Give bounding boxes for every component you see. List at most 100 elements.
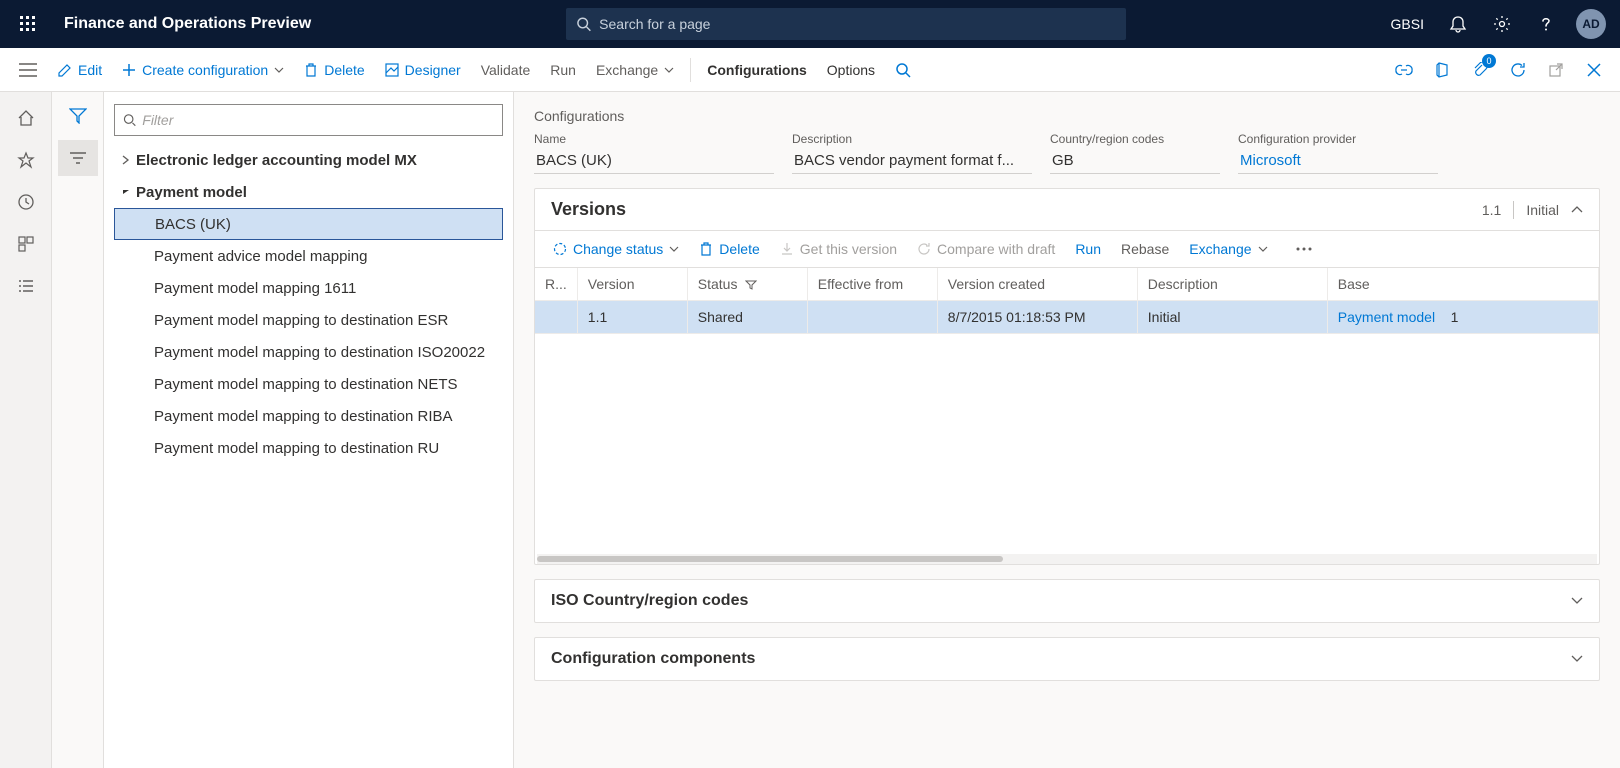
tree-panel: Electronic ledger accounting model MX Pa… <box>104 92 514 768</box>
versions-delete-button[interactable]: Delete <box>691 237 767 261</box>
iso-section[interactable]: ISO Country/region codes <box>534 579 1600 623</box>
rail-recent-icon[interactable] <box>6 182 46 222</box>
field-desc-value[interactable]: BACS vendor payment format f... <box>792 150 1032 174</box>
app-title: Finance and Operations Preview <box>64 15 311 33</box>
close-icon[interactable] <box>1576 52 1612 88</box>
trash-icon <box>304 63 318 77</box>
chevron-down-icon <box>669 246 679 252</box>
cell-r[interactable] <box>535 301 577 334</box>
col-effective[interactable]: Effective from <box>807 268 937 301</box>
filter-lines-icon[interactable] <box>58 140 98 176</box>
global-search[interactable] <box>566 8 1126 40</box>
cell-base-link[interactable]: Payment model <box>1338 309 1435 325</box>
chevron-right-icon <box>116 155 136 165</box>
search-input[interactable] <box>599 16 1116 32</box>
tree-node-payment-riba[interactable]: Payment model mapping to destination RIB… <box>114 400 503 432</box>
col-created[interactable]: Version created <box>937 268 1137 301</box>
cell-description[interactable]: Initial <box>1137 301 1327 334</box>
link-icon[interactable] <box>1386 52 1422 88</box>
cell-version[interactable]: 1.1 <box>577 301 687 334</box>
designer-button[interactable]: Designer <box>375 52 471 88</box>
collapse-icon[interactable] <box>1571 206 1583 214</box>
tree-node-payment-1611[interactable]: Payment model mapping 1611 <box>114 272 503 304</box>
page-title: Configurations <box>534 108 1600 124</box>
app-launcher-icon[interactable] <box>8 4 48 44</box>
field-name-value[interactable]: BACS (UK) <box>534 150 774 174</box>
components-title: Configuration components <box>551 650 755 668</box>
iso-title: ISO Country/region codes <box>551 592 748 610</box>
tree-node-payment-esr[interactable]: Payment model mapping to destination ESR <box>114 304 503 336</box>
field-name-label: Name <box>534 132 774 146</box>
avatar[interactable]: AD <box>1576 9 1606 39</box>
delete-button[interactable]: Delete <box>294 52 374 88</box>
tree-node-ledger-mx[interactable]: Electronic ledger accounting model MX <box>114 144 503 176</box>
main: Electronic ledger accounting model MX Pa… <box>0 92 1620 768</box>
exchange-button[interactable]: Exchange <box>586 52 684 88</box>
more-button[interactable] <box>1288 243 1320 255</box>
more-icon <box>1296 247 1312 251</box>
get-version-button: Get this version <box>772 237 905 261</box>
settings-icon[interactable] <box>1482 4 1522 44</box>
cell-status[interactable]: Shared <box>687 301 807 334</box>
cell-effective[interactable] <box>807 301 937 334</box>
versions-exchange-button[interactable]: Exchange <box>1181 237 1275 261</box>
components-section[interactable]: Configuration components <box>534 637 1600 681</box>
create-configuration-button[interactable]: Create configuration <box>112 52 294 88</box>
tree-filter-input[interactable] <box>114 104 503 136</box>
delete-label: Delete <box>324 62 364 78</box>
rail-home-icon[interactable] <box>6 98 46 138</box>
col-status[interactable]: Status <box>687 268 807 301</box>
company-picker[interactable]: GBSI <box>1381 16 1434 32</box>
col-version[interactable]: Version <box>577 268 687 301</box>
chevron-down-icon <box>116 188 136 196</box>
col-base[interactable]: Base <box>1327 268 1598 301</box>
col-r[interactable]: R... <box>535 268 577 301</box>
col-description[interactable]: Description <box>1137 268 1327 301</box>
rebase-button[interactable]: Rebase <box>1113 237 1177 261</box>
chevron-down-icon[interactable] <box>1571 655 1583 663</box>
edit-button[interactable]: Edit <box>48 52 112 88</box>
versions-grid: R... Version Status Effective from Versi… <box>535 267 1599 564</box>
tree-node-payment-ru[interactable]: Payment model mapping to destination RU <box>114 432 503 464</box>
office-icon[interactable] <box>1424 52 1460 88</box>
options-tab[interactable]: Options <box>817 52 885 88</box>
attachments-icon[interactable]: 0 <box>1462 52 1498 88</box>
popout-icon[interactable] <box>1538 52 1574 88</box>
field-provider-value[interactable]: Microsoft <box>1238 150 1438 174</box>
nav-toggle-icon[interactable] <box>8 50 48 90</box>
filter-rail <box>52 92 104 768</box>
tree-node-payment-iso[interactable]: Payment model mapping to destination ISO… <box>114 336 503 368</box>
rail-favorites-icon[interactable] <box>6 140 46 180</box>
tree-node-payment-advice[interactable]: Payment advice model mapping <box>114 240 503 272</box>
rail-workspaces-icon[interactable] <box>6 224 46 264</box>
trash-icon <box>699 242 713 256</box>
cell-created[interactable]: 8/7/2015 01:18:53 PM <box>937 301 1137 334</box>
validate-button[interactable]: Validate <box>471 52 541 88</box>
tree-node-payment-nets[interactable]: Payment model mapping to destination NET… <box>114 368 503 400</box>
top-header: Finance and Operations Preview GBSI AD <box>0 0 1620 48</box>
versions-section: Versions 1.1 Initial Change status <box>534 188 1600 565</box>
chevron-down-icon[interactable] <box>1571 597 1583 605</box>
search-action-icon[interactable] <box>885 52 921 88</box>
help-icon[interactable] <box>1526 4 1566 44</box>
field-provider-label: Configuration provider <box>1238 132 1438 146</box>
table-row[interactable]: 1.1 Shared 8/7/2015 01:18:53 PM Initial … <box>535 301 1599 334</box>
rail-modules-icon[interactable] <box>6 266 46 306</box>
change-status-button[interactable]: Change status <box>545 237 687 261</box>
action-bar: Edit Create configuration Delete Designe… <box>0 48 1620 92</box>
tree-node-bacs-uk[interactable]: BACS (UK) <box>114 208 503 240</box>
cell-base[interactable]: Payment model 1 <box>1327 301 1598 334</box>
filter-funnel-icon[interactable] <box>58 98 98 134</box>
refresh-icon[interactable] <box>1500 52 1536 88</box>
status-icon <box>553 242 567 256</box>
configurations-tab[interactable]: Configurations <box>697 52 817 88</box>
run-button[interactable]: Run <box>540 52 586 88</box>
notifications-icon[interactable] <box>1438 4 1478 44</box>
refresh-icon <box>917 242 931 256</box>
horizontal-scrollbar[interactable] <box>537 554 1597 564</box>
versions-title: Versions <box>551 199 626 220</box>
field-country-value[interactable]: GB <box>1050 150 1220 174</box>
versions-run-button[interactable]: Run <box>1067 237 1109 261</box>
attachments-badge: 0 <box>1482 54 1496 68</box>
tree-node-payment-model[interactable]: Payment model <box>114 176 503 208</box>
